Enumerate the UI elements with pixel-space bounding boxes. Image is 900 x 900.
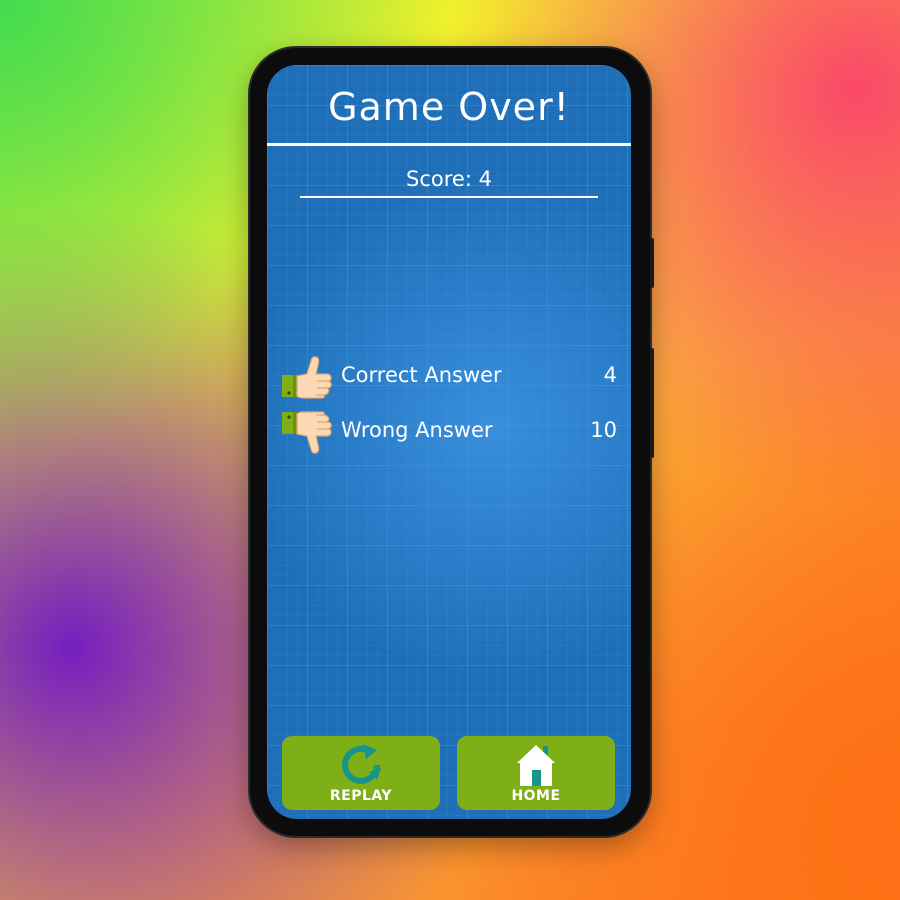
page-title: Game Over! bbox=[328, 85, 570, 129]
phone-side-button bbox=[650, 238, 654, 288]
wrong-answer-label: Wrong Answer bbox=[341, 418, 493, 442]
home-button[interactable]: HOME bbox=[457, 736, 615, 810]
home-button-label: HOME bbox=[511, 788, 561, 804]
thumbs-up-icon bbox=[282, 356, 332, 399]
wrong-answer-row: Wrong Answer 10 bbox=[281, 410, 617, 454]
phone-side-button bbox=[650, 348, 654, 458]
home-icon bbox=[517, 745, 555, 786]
correct-answer-count: 4 bbox=[603, 363, 617, 387]
correct-answer-label: Correct Answer bbox=[341, 363, 502, 387]
phone-frame: Game Over! Score: 4 Correct Answer 4 Wro… bbox=[250, 48, 654, 836]
thumbs-down-icon bbox=[282, 411, 332, 454]
replay-button[interactable]: REPLAY bbox=[282, 736, 440, 810]
score-divider bbox=[300, 196, 598, 198]
score-label: Score: 4 bbox=[406, 167, 492, 191]
title-divider bbox=[267, 143, 631, 146]
wrong-answer-count: 10 bbox=[590, 418, 617, 442]
replay-button-label: REPLAY bbox=[329, 788, 393, 804]
correct-answer-row: Correct Answer 4 bbox=[281, 355, 617, 399]
game-over-screen: Game Over! Score: 4 Correct Answer 4 Wro… bbox=[267, 65, 631, 819]
replay-icon bbox=[342, 744, 381, 784]
